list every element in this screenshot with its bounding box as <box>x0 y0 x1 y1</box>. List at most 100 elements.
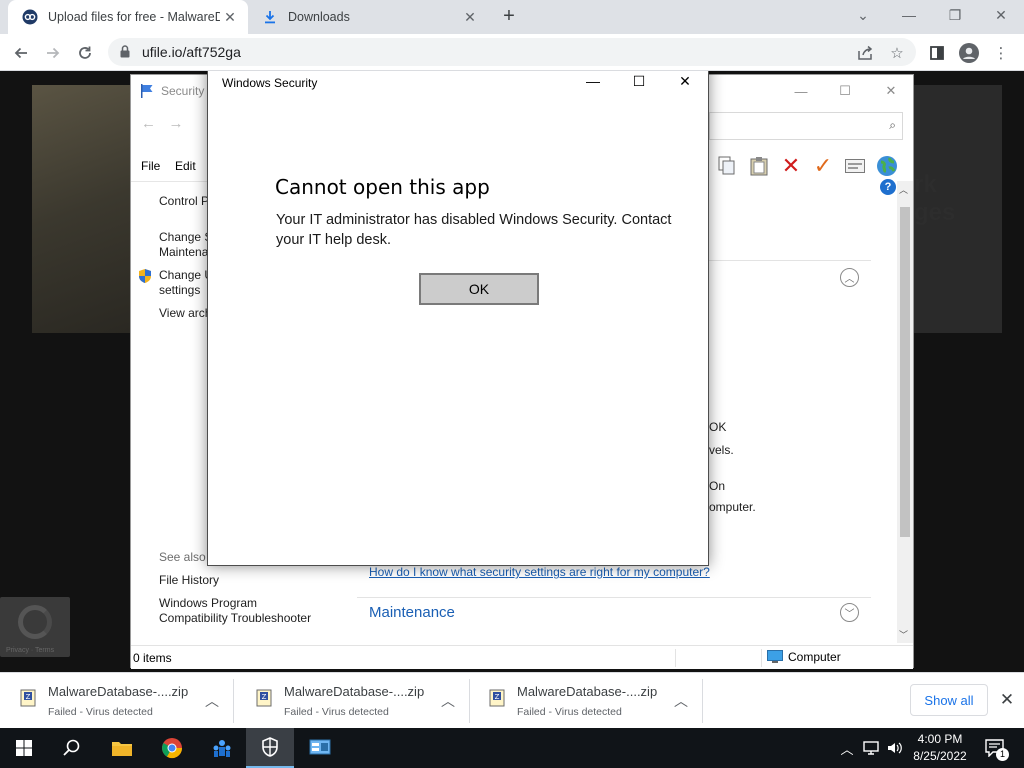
folder-icon <box>112 742 132 756</box>
recaptcha-terms: Privacy · Terms <box>6 647 55 654</box>
dialog-maximize-icon[interactable]: ☐ <box>616 71 662 97</box>
ok-button[interactable]: OK <box>419 273 539 305</box>
scrollbar-thumb[interactable] <box>900 207 910 537</box>
dialog-minimize-icon[interactable]: — <box>570 71 616 97</box>
status-divider <box>761 649 762 667</box>
checkmark-icon[interactable]: ✓ <box>811 153 835 178</box>
scroll-down-icon[interactable]: ﹀ <box>899 628 908 641</box>
taskbar-network-app[interactable] <box>198 728 246 768</box>
close-tab-icon[interactable]: ✕ <box>222 9 238 25</box>
expand-maintenance-icon[interactable]: ﹀ <box>840 603 859 622</box>
security-settings-help-link[interactable]: How do I know what security settings are… <box>369 565 710 579</box>
cp-scrollbar[interactable]: ︿ ﹀ <box>897 181 913 643</box>
download-item[interactable]: Z MalwareDatabase-....zip Failed - Virus… <box>469 679 703 723</box>
close-shelf-icon[interactable]: ✕ <box>996 689 1018 711</box>
location-label: Computer <box>788 650 841 664</box>
sidebar-item-file-history[interactable]: File History <box>159 573 219 588</box>
profile-avatar-icon[interactable] <box>958 42 980 64</box>
ufile-favicon-icon <box>22 9 38 25</box>
address-bar[interactable]: ufile.io/aft752ga <box>108 38 916 66</box>
new-tab-button[interactable]: + <box>498 5 520 27</box>
tab-upload-files[interactable]: Upload files for free - MalwareDatabase … <box>8 0 248 34</box>
bookmark-star-icon[interactable]: ☆ <box>886 42 908 64</box>
chrome-menu-icon[interactable]: ⋮ <box>990 42 1012 64</box>
security-status-fragment: vels. <box>709 443 734 457</box>
web-page-backdrop: rkges Privacy · Terms Security and Maint… <box>0 71 1024 672</box>
windows-taskbar: ︿ 4:00 PM 8/25/2022 1 <box>0 728 1024 768</box>
notification-center-button[interactable]: 1 <box>980 728 1010 768</box>
browser-toolbar: ufile.io/aft752ga ☆ ⋮ <box>0 34 1024 71</box>
cp-minimize-icon[interactable]: — <box>779 79 823 103</box>
download-status: Failed - Virus detected <box>48 706 153 718</box>
svg-text:Z: Z <box>495 693 500 701</box>
restore-icon[interactable]: ❐ <box>932 0 978 30</box>
sidebar-item-compat-troubleshooter[interactable]: Windows Program Compatibility Troublesho… <box>159 596 311 626</box>
taskbar-control-panel[interactable] <box>296 728 344 768</box>
share-icon[interactable] <box>854 42 876 64</box>
show-hidden-icons-chevron-icon[interactable]: ︿ <box>838 728 856 768</box>
show-all-downloads-button[interactable]: Show all <box>910 684 988 716</box>
computer-icon <box>767 650 783 663</box>
maintenance-heading: Maintenance <box>369 604 455 621</box>
control-panel-icon <box>309 739 331 755</box>
search-icon: ⌕ <box>889 118 896 132</box>
clock-date: 8/25/2022 <box>913 749 967 763</box>
network-icon[interactable] <box>860 728 882 768</box>
paste-icon[interactable] <box>747 154 771 178</box>
download-item[interactable]: Z MalwareDatabase-....zip Failed - Virus… <box>236 679 470 723</box>
taskbar-chrome[interactable] <box>148 728 196 768</box>
browser-tab-strip: Upload files for free - MalwareDatabase … <box>0 0 1024 34</box>
zip-file-icon: Z <box>256 689 272 707</box>
shelf-divider <box>702 679 703 723</box>
menu-edit[interactable]: Edit <box>175 159 196 173</box>
system-clock[interactable]: 4:00 PM 8/25/2022 <box>908 731 972 765</box>
search-icon <box>63 739 80 756</box>
menu-file[interactable]: File <box>141 159 160 173</box>
download-options-chevron-icon[interactable]: ︿ <box>200 689 224 713</box>
cp-close-icon[interactable]: ✕ <box>869 79 913 103</box>
minimize-icon[interactable]: — <box>886 0 932 30</box>
tab-search-icon[interactable]: ⌄ <box>840 0 886 30</box>
taskbar-file-explorer[interactable] <box>98 728 146 768</box>
download-item[interactable]: Z MalwareDatabase-....zip Failed - Virus… <box>0 679 234 723</box>
scroll-up-icon[interactable]: ︿ <box>899 183 908 196</box>
network-people-icon <box>213 740 231 757</box>
help-icon[interactable]: ? <box>880 179 896 195</box>
lock-icon[interactable] <box>120 45 130 61</box>
volume-icon[interactable] <box>884 728 906 768</box>
cp-nav-arrows[interactable]: ← → <box>141 115 184 132</box>
collapse-security-icon[interactable]: ︿ <box>840 268 859 287</box>
close-tab-icon[interactable]: ✕ <box>462 9 478 25</box>
delete-x-icon[interactable]: ✕ <box>779 153 803 178</box>
cp-search-box[interactable]: ⌕ <box>709 112 903 140</box>
side-panel-icon[interactable] <box>926 42 948 64</box>
back-button[interactable] <box>8 40 34 66</box>
cp-maximize-icon[interactable]: ☐ <box>823 79 867 103</box>
start-button[interactable] <box>0 728 48 768</box>
location-indicator: Computer <box>767 650 841 664</box>
dialog-close-icon[interactable]: ✕ <box>662 71 708 97</box>
dialog-heading: Cannot open this app <box>275 175 490 199</box>
forward-button[interactable] <box>40 40 66 66</box>
tab-title: Downloads <box>288 10 350 24</box>
url-text: ufile.io/aft752ga <box>142 44 241 60</box>
properties-icon[interactable] <box>843 154 867 178</box>
close-window-icon[interactable]: ✕ <box>978 0 1024 30</box>
recaptcha-badge[interactable]: Privacy · Terms <box>0 597 70 657</box>
download-filename: MalwareDatabase-....zip <box>284 684 425 699</box>
security-flag-icon <box>139 83 155 102</box>
taskbar-search-button[interactable] <box>48 728 96 768</box>
maintenance-section-header[interactable]: Maintenance <box>357 597 871 633</box>
download-options-chevron-icon[interactable]: ︿ <box>436 689 460 713</box>
shelf-divider <box>233 679 234 723</box>
download-filename: MalwareDatabase-....zip <box>517 684 658 699</box>
copy-icon[interactable] <box>715 154 739 178</box>
tab-downloads[interactable]: Downloads ✕ <box>248 0 488 34</box>
reload-button[interactable] <box>72 40 98 66</box>
security-status-fragment: On <box>709 479 726 493</box>
taskbar-windows-security[interactable] <box>246 728 294 768</box>
dialog-title: Windows Security <box>222 76 318 90</box>
globe-icon[interactable] <box>875 154 899 178</box>
cp-toolbar: ✕ ✓ <box>715 153 899 179</box>
download-options-chevron-icon[interactable]: ︿ <box>669 689 693 713</box>
